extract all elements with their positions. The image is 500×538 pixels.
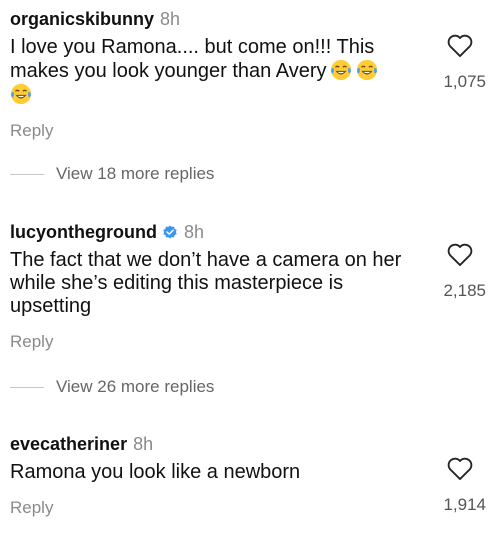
view-more-replies[interactable]: View 18 more replies [10, 164, 214, 184]
like-column: 1,914 [430, 455, 490, 515]
comment-text: Ramona you look like a newborn [10, 461, 301, 483]
heart-icon[interactable] [446, 455, 474, 481]
tears-of-joy-emoji-icon [10, 83, 32, 105]
like-count: 2,185 [443, 281, 486, 300]
comment-header: organicskibunny 8h [10, 8, 490, 30]
comment-text: I love you Ramona.... but come on!!! Thi… [10, 36, 410, 107]
reply-button[interactable]: Reply [10, 498, 490, 518]
comment: lucyontheground 8h The fact that we don’… [10, 221, 490, 352]
like-column: 1,075 [430, 32, 490, 92]
view-more-replies[interactable]: View 26 more replies [10, 377, 214, 397]
username[interactable]: evecatheriner [10, 434, 127, 454]
reply-button[interactable]: Reply [10, 121, 490, 141]
tears-of-joy-emoji-icon [331, 59, 352, 81]
timestamp: 8h [184, 222, 205, 242]
comment-text: The fact that we don’t have a camera on … [10, 249, 402, 317]
tears-of-joy-emoji-icon [357, 59, 378, 81]
timestamp: 8h [133, 434, 154, 454]
like-count: 1,075 [443, 72, 486, 91]
heart-icon[interactable] [446, 32, 474, 58]
timestamp: 8h [160, 9, 181, 29]
comment: evecatheriner 8h Ramona you look like a n… [10, 433, 490, 518]
divider-line [10, 386, 44, 388]
verified-badge-icon [163, 225, 177, 239]
like-count: 1,914 [443, 495, 486, 514]
like-column: 2,185 [430, 241, 490, 301]
view-more-replies-label: View 26 more replies [56, 377, 215, 396]
username[interactable]: lucyontheground [10, 222, 157, 242]
username[interactable]: organicskibunny [10, 9, 154, 29]
view-more-replies-label: View 18 more replies [56, 164, 215, 183]
comment-header: evecatheriner 8h [10, 433, 490, 455]
comment: organicskibunny 8h I love you Ramona.... … [10, 8, 490, 141]
heart-icon[interactable] [446, 241, 474, 267]
comment-header: lucyontheground 8h [10, 221, 490, 243]
comment-text-content: I love you Ramona.... but come on!!! Thi… [10, 36, 375, 82]
reply-button[interactable]: Reply [10, 332, 490, 352]
divider-line [10, 173, 44, 175]
